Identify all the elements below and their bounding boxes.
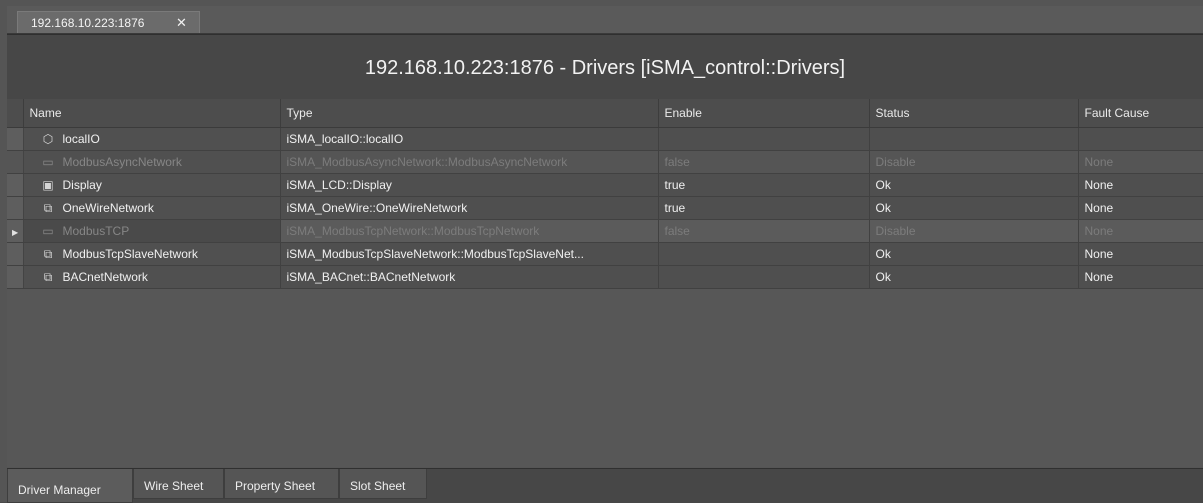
status-cell[interactable]: [869, 127, 1079, 151]
table-row[interactable]: ▭ ModbusAsyncNetwork iSMA_ModbusAsyncNetw…: [7, 150, 1203, 174]
row-pointer-icon: ▶: [12, 228, 19, 237]
table-row[interactable]: ▣ Display iSMA_LCD::Display true Ok None: [7, 173, 1203, 197]
row-name: Display: [62, 178, 102, 192]
table-header-row: Name Type Enable Status Fault Cause: [7, 99, 1203, 128]
column-header-name[interactable]: Name: [23, 99, 281, 128]
row-name: localIO: [62, 132, 100, 146]
enable-cell[interactable]: false: [658, 150, 870, 174]
enable-cell[interactable]: [658, 127, 870, 151]
type-cell[interactable]: iSMA_LCD::Display: [280, 173, 659, 197]
name-cell[interactable]: ▣ Display: [23, 173, 281, 197]
status-cell[interactable]: Ok: [869, 265, 1079, 289]
enable-cell[interactable]: true: [658, 196, 870, 220]
row-gutter: [7, 265, 24, 289]
enable-cell[interactable]: true: [658, 173, 870, 197]
row-gutter: [7, 242, 24, 266]
tab-slot-sheet[interactable]: Slot Sheet: [339, 469, 427, 499]
folder-icon: ⧉: [43, 246, 53, 261]
network-icon: ▭: [42, 155, 54, 169]
status-cell[interactable]: Disable: [869, 219, 1079, 243]
document-tab[interactable]: 192.168.10.223:1876 ✕: [17, 11, 200, 33]
window-frame: 192.168.10.223:1876 ✕ 192.168.10.223:187…: [0, 0, 1203, 503]
fault-cause-cell[interactable]: None: [1078, 242, 1203, 266]
status-cell[interactable]: Disable: [869, 150, 1079, 174]
driver-table-container: Name Type Enable Status Fault Cause ⬡ loc…: [7, 99, 1203, 467]
folder-icon: ⧉: [43, 269, 53, 284]
page-title: 192.168.10.223:1876 - Drivers [iSMA_cont…: [364, 57, 846, 79]
driver-table: Name Type Enable Status Fault Cause ⬡ loc…: [7, 99, 1203, 289]
folder-icon: ⧉: [43, 200, 53, 215]
status-cell[interactable]: Ok: [869, 196, 1079, 220]
display-icon: ▣: [42, 178, 54, 192]
table-row[interactable]: ⬡ localIO iSMA_localIO::localIO: [7, 127, 1203, 151]
tab-property-sheet[interactable]: Property Sheet: [224, 469, 339, 499]
row-gutter-header: [7, 99, 24, 128]
row-name: BACnetNetwork: [62, 269, 148, 284]
name-cell[interactable]: ⧉ BACnetNetwork: [23, 265, 281, 289]
fault-cause-cell[interactable]: [1078, 127, 1203, 151]
name-cell[interactable]: ▭ ModbusAsyncNetwork: [23, 150, 281, 174]
fault-cause-cell[interactable]: None: [1078, 196, 1203, 220]
document-tab-label: 192.168.10.223:1876: [31, 16, 145, 30]
row-name: ModbusAsyncNetwork: [62, 155, 182, 169]
row-gutter: ▶: [7, 219, 24, 243]
tab-wire-sheet[interactable]: Wire Sheet: [133, 469, 224, 499]
close-tab-icon[interactable]: ✕: [176, 15, 187, 31]
name-cell[interactable]: ⬡ localIO: [23, 127, 281, 151]
fault-cause-cell[interactable]: None: [1078, 219, 1203, 243]
row-gutter: [7, 127, 24, 151]
name-cell[interactable]: ▭ ModbusTCP: [23, 219, 281, 243]
row-gutter: [7, 173, 24, 197]
fault-cause-cell[interactable]: None: [1078, 173, 1203, 197]
name-cell[interactable]: ⧉ OneWireNetwork: [23, 196, 281, 220]
column-header-status[interactable]: Status: [869, 99, 1079, 128]
type-cell[interactable]: iSMA_ModbusTcpSlaveNetwork::ModbusTcpSla…: [280, 242, 659, 266]
table-row-selected[interactable]: ▶ ▭ ModbusTCP iSMA_ModbusTcpNetwork::Modb…: [7, 219, 1203, 243]
type-cell[interactable]: iSMA_localIO::localIO: [280, 127, 659, 151]
column-header-type[interactable]: Type: [280, 99, 659, 128]
type-cell[interactable]: iSMA_ModbusTcpNetwork::ModbusTcpNetwork: [280, 219, 659, 243]
enable-cell[interactable]: [658, 265, 870, 289]
column-header-enable[interactable]: Enable: [658, 99, 870, 128]
row-name: ModbusTCP: [62, 224, 130, 238]
table-row[interactable]: ⧉ OneWireNetwork iSMA_OneWire::OneWireNet…: [7, 196, 1203, 220]
network-icon: ▭: [42, 224, 54, 238]
enable-cell[interactable]: false: [658, 219, 870, 243]
table-row[interactable]: ⧉ BACnetNetwork iSMA_BACnet::BACnetNetwor…: [7, 265, 1203, 289]
row-gutter: [7, 150, 24, 174]
type-cell[interactable]: iSMA_BACnet::BACnetNetwork: [280, 265, 659, 289]
row-gutter: [7, 196, 24, 220]
enable-cell[interactable]: [658, 242, 870, 266]
type-cell[interactable]: iSMA_OneWire::OneWireNetwork: [280, 196, 659, 220]
row-name: OneWireNetwork: [62, 200, 154, 215]
column-header-fault-cause[interactable]: Fault Cause: [1078, 99, 1203, 128]
document-tab-bar: 192.168.10.223:1876 ✕: [7, 6, 1203, 34]
table-row[interactable]: ⧉ ModbusTcpSlaveNetwork iSMA_ModbusTcpSla…: [7, 242, 1203, 266]
view-title-bar: 192.168.10.223:1876 - Drivers [iSMA_cont…: [7, 34, 1203, 100]
row-name: ModbusTcpSlaveNetwork: [62, 246, 198, 261]
status-cell[interactable]: Ok: [869, 242, 1079, 266]
fault-cause-cell[interactable]: None: [1078, 150, 1203, 174]
view-tab-bar: Driver Manager Wire Sheet Property Sheet…: [7, 468, 1203, 503]
box-icon: ⬡: [42, 132, 54, 146]
type-cell[interactable]: iSMA_ModbusAsyncNetwork::ModbusAsyncNetw…: [280, 150, 659, 174]
status-cell[interactable]: Ok: [869, 173, 1079, 197]
tab-driver-manager[interactable]: Driver Manager: [7, 469, 133, 503]
fault-cause-cell[interactable]: None: [1078, 265, 1203, 289]
name-cell[interactable]: ⧉ ModbusTcpSlaveNetwork: [23, 242, 281, 266]
